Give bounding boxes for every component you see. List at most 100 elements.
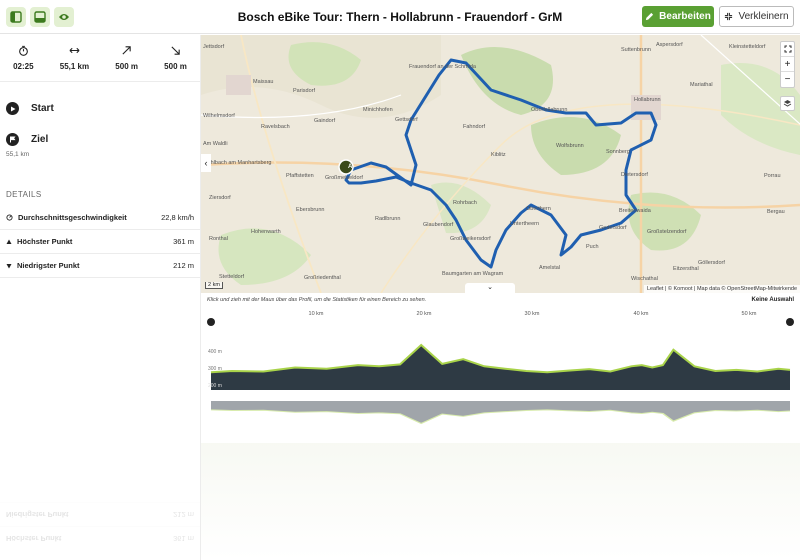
place-label: Ziersdorf bbox=[209, 195, 231, 201]
play-icon bbox=[6, 102, 19, 115]
map-collapse-button[interactable]: ⌄ bbox=[465, 283, 515, 293]
place-label: Kleinstetteldorf bbox=[729, 44, 766, 50]
speed-icon bbox=[6, 214, 13, 221]
elevation-line bbox=[210, 409, 791, 425]
y-axis-label: 200 m bbox=[208, 383, 222, 389]
elevation-profile[interactable]: Klick und zieh mit der Maus über das Pro… bbox=[201, 293, 800, 560]
zoom-in-button[interactable]: + bbox=[781, 57, 794, 72]
sidebar-reflection: Höchster Punkt 361 m Niedrigster Punkt 212… bbox=[0, 465, 200, 560]
place-label: Maissau bbox=[253, 79, 274, 85]
waypoint-start[interactable]: Start bbox=[6, 102, 54, 115]
place-label: Ravelsbach bbox=[261, 124, 290, 130]
elevation-reflection bbox=[210, 401, 791, 425]
place-label: Dietersdorf bbox=[621, 172, 648, 178]
zoom-out-button[interactable]: − bbox=[781, 72, 794, 87]
sidebar-view-icon bbox=[10, 11, 22, 23]
detail-value-avg-speed: 22,8 km/h bbox=[161, 213, 194, 222]
km-tick: 20 km bbox=[416, 311, 432, 317]
stat-distance: 55,1 km bbox=[60, 45, 89, 81]
view-switcher bbox=[6, 7, 74, 27]
place-label: Großstelzendorf bbox=[647, 229, 687, 235]
place-label: Wischathal bbox=[631, 276, 658, 282]
place-label: Minichhofen bbox=[363, 107, 393, 113]
map-scale: 2 km bbox=[205, 282, 223, 289]
detail-label-lowest: Niedrigster Punkt bbox=[17, 261, 80, 270]
map-canvas bbox=[201, 35, 800, 293]
stat-duration-value: 02:25 bbox=[13, 62, 34, 71]
place-label: Ebersbrunn bbox=[296, 207, 325, 213]
waypoint-end[interactable]: Ziel bbox=[6, 133, 48, 146]
stat-duration: 02:25 bbox=[13, 45, 34, 81]
detail-value-lowest: 212 m bbox=[173, 261, 194, 270]
stat-distance-value: 55,1 km bbox=[59, 62, 90, 71]
place-label: Bergau bbox=[767, 209, 785, 215]
plus-icon: + bbox=[784, 58, 791, 70]
place-label: Aspersdorf bbox=[656, 42, 683, 48]
km-tick: 50 km bbox=[741, 311, 757, 317]
stat-ascent: 500 m bbox=[115, 45, 138, 81]
place-label: Baumgarten am Wagram bbox=[442, 271, 504, 277]
minus-icon: − bbox=[784, 74, 791, 85]
profile-fade bbox=[201, 443, 800, 560]
detail-label-avg-speed: Durchschnittsgeschwindigkeit bbox=[18, 213, 127, 222]
fullscreen-icon bbox=[784, 45, 791, 53]
place-label: Pfaffstetten bbox=[286, 173, 314, 179]
place-label: Frauendorf an der Schmida bbox=[409, 64, 476, 70]
place-label: Mariathal bbox=[690, 82, 713, 88]
map-attribution[interactable]: Leaflet | © Komoot | Map data © OpenStre… bbox=[643, 285, 800, 293]
shrink-button[interactable]: Verkleinern bbox=[719, 6, 794, 27]
route-map[interactable]: A Frauendorf an der Schmida Maissau Aspe… bbox=[201, 35, 800, 293]
km-tick: 10 km bbox=[308, 311, 324, 317]
fullscreen-button[interactable] bbox=[781, 42, 794, 57]
forest-area bbox=[461, 47, 553, 115]
elevation-chart[interactable] bbox=[207, 318, 794, 398]
place-label: Jettsdorf bbox=[203, 44, 225, 50]
town-area bbox=[226, 75, 251, 95]
page-title: Bosch eBike Tour: Thern - Hollabrunn - F… bbox=[237, 10, 563, 24]
map-only-view-button[interactable] bbox=[54, 7, 74, 27]
split-view-button[interactable] bbox=[30, 7, 50, 27]
detail-row: Niedrigster Punkt 212 m bbox=[0, 254, 200, 278]
place-label: Breitenwaida bbox=[619, 208, 651, 214]
place-label: Eitzersthal bbox=[673, 266, 699, 272]
triangle-up-icon bbox=[6, 239, 12, 244]
stopwatch-icon bbox=[18, 45, 28, 56]
place-label: Sonnberg bbox=[606, 149, 630, 155]
place-label: Rohrbach bbox=[453, 200, 477, 206]
place-label: Suttenbrunn bbox=[621, 47, 651, 53]
place-label: Hohenwarth bbox=[251, 229, 281, 235]
place-label: Göllersdorf bbox=[698, 260, 725, 266]
eye-icon bbox=[59, 14, 69, 20]
y-axis-label: 300 m bbox=[208, 366, 222, 372]
pencil-icon bbox=[646, 12, 654, 21]
layers-icon bbox=[783, 100, 792, 107]
start-marker-label: A bbox=[348, 164, 353, 170]
top-bar: Bosch eBike Tour: Thern - Hollabrunn - F… bbox=[0, 0, 800, 34]
place-label: Oberthern bbox=[526, 206, 551, 212]
place-label: Oberfellabrunn bbox=[531, 107, 568, 113]
place-label: Gaindorf bbox=[314, 118, 336, 124]
chevron-down-icon: ⌄ bbox=[487, 284, 493, 291]
details-heading: DETAILS bbox=[6, 190, 42, 199]
edit-button[interactable]: Bearbeiten bbox=[642, 6, 714, 27]
place-label: Wilhelmsdorf bbox=[203, 113, 235, 119]
place-label: Hollabrunn bbox=[634, 97, 661, 103]
waypoint-end-label: Ziel bbox=[31, 134, 49, 145]
stat-descent-value: 500 m bbox=[164, 62, 187, 71]
shrink-button-label: Verkleinern bbox=[738, 11, 789, 22]
place-label: Wolfsbrunn bbox=[556, 143, 584, 149]
place-label: Gedersdorf bbox=[599, 225, 627, 231]
end-marker-icon[interactable] bbox=[786, 318, 794, 326]
detail-row: Höchster Punkt 361 m bbox=[0, 230, 200, 254]
layers-button[interactable] bbox=[780, 96, 795, 111]
start-marker-icon[interactable] bbox=[207, 318, 215, 326]
place-label: Untertheern bbox=[510, 221, 540, 227]
place-label: Glaubendorf bbox=[423, 222, 454, 228]
place-label: Parisdorf bbox=[293, 88, 316, 94]
sidebar-view-button[interactable] bbox=[6, 7, 26, 27]
distance-arrows-icon bbox=[69, 47, 80, 54]
sidebar-collapse-button[interactable]: ‹ bbox=[201, 154, 211, 172]
place-label: Großriedenthal bbox=[304, 275, 341, 281]
elevation-line bbox=[210, 343, 791, 374]
place-label: Amelstal bbox=[539, 265, 561, 271]
